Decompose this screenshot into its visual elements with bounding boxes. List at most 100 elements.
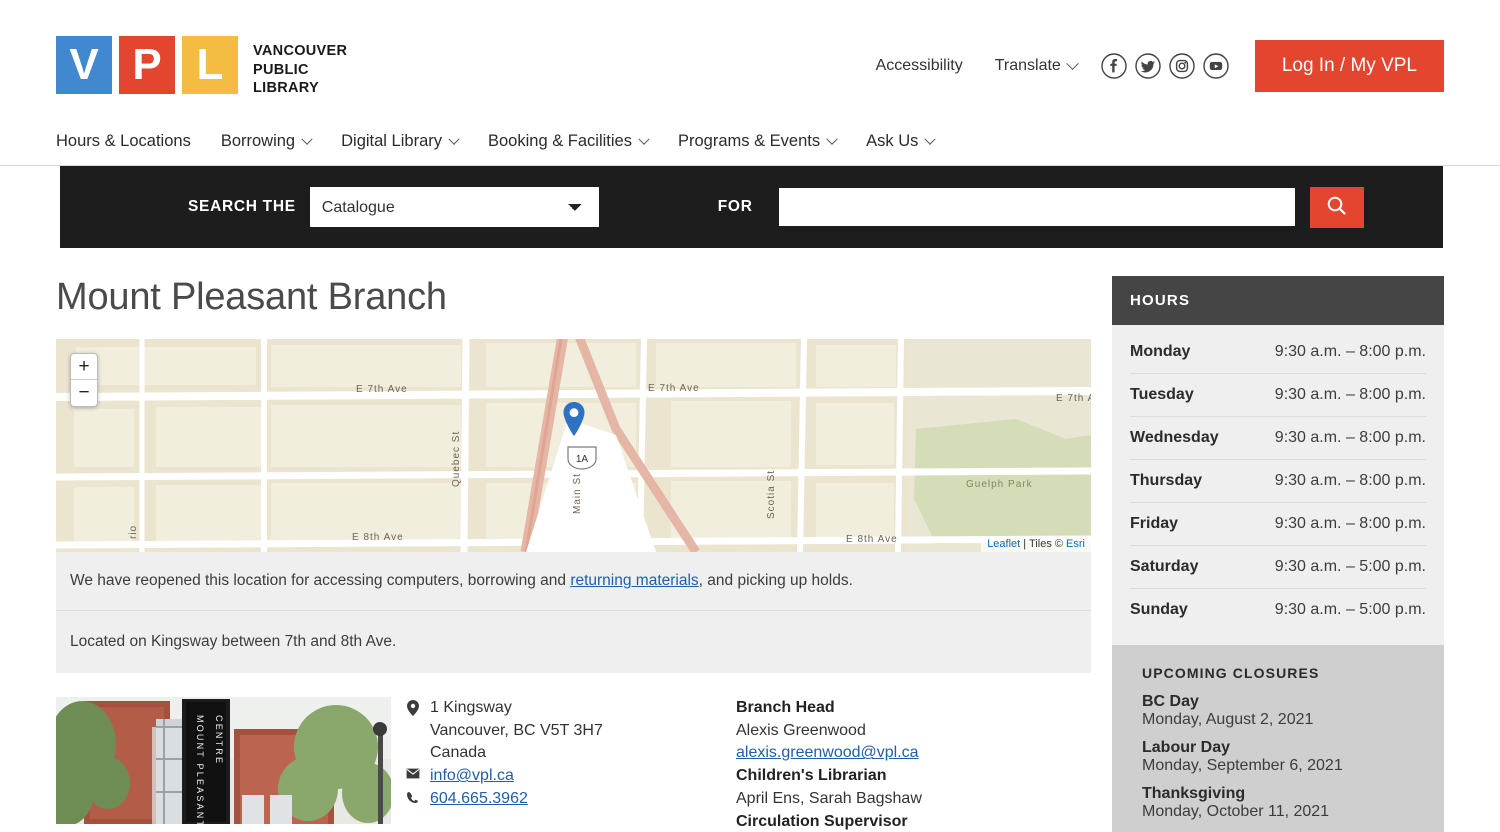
branch-photo-image: MOUNT PLEASANT CENTRE	[56, 697, 391, 824]
map-zoom-in-button[interactable]: +	[71, 354, 97, 380]
staff-names-1: April Ens, Sarah Bagshaw	[736, 789, 922, 807]
branch-photo: MOUNT PLEASANT CENTRE	[56, 697, 391, 824]
nav-item-booking-facilities[interactable]: Booking & Facilities	[488, 132, 650, 151]
search-the-label: SEARCH THE	[188, 198, 296, 215]
branch-email-link[interactable]: info@vpl.ca	[430, 765, 514, 788]
esri-link[interactable]: Esri	[1066, 538, 1085, 550]
search-submit-button[interactable]	[1309, 186, 1364, 228]
hours-row: Monday 9:30 a.m. – 8:00 p.m.	[1130, 331, 1426, 374]
page-title: Mount Pleasant Branch	[56, 276, 447, 318]
vpl-branch-page: V P L VANCOUVER PUBLIC LIBRARY Accessibi…	[0, 0, 1500, 832]
svg-text:Scotia St: Scotia St	[766, 470, 777, 519]
chevron-down-icon	[638, 133, 650, 145]
logo-square-v: V	[56, 36, 112, 94]
svg-text:E 7th Av: E 7th Av	[1056, 393, 1091, 404]
nav-item-ask-us[interactable]: Ask Us	[866, 132, 937, 151]
login-button[interactable]: Log In / My VPL	[1254, 40, 1444, 92]
staff-role-label: Children's Librarian	[736, 767, 887, 785]
nav-item-digital-library[interactable]: Digital Library	[341, 132, 460, 151]
closure-item: BC Day Monday, August 2, 2021	[1142, 693, 1414, 729]
main-content: Mount Pleasant Branch E 7th Ave E 7th Av…	[56, 248, 1091, 832]
header-utility-bar: Accessibility Translate Log In / My VPL	[876, 40, 1444, 92]
logo-wordmark-line3: LIBRARY	[253, 80, 320, 97]
closure-item: Labour Day Monday, September 6, 2021	[1142, 739, 1414, 775]
address-street-line: 1 Kingsway	[405, 697, 736, 720]
hours-list: Monday 9:30 a.m. – 8:00 p.m. Tuesday 9:3…	[1112, 325, 1444, 645]
nav-label: Ask Us	[866, 132, 919, 150]
svg-text:Guelph Park: Guelph Park	[966, 479, 1033, 490]
hours-day: Monday	[1130, 343, 1191, 360]
branch-phone-link[interactable]: 604.665.3962	[430, 788, 528, 811]
upcoming-closures: UPCOMING CLOSURES BC Day Monday, August …	[1112, 645, 1444, 832]
nav-item-programs-events[interactable]: Programs & Events	[678, 132, 838, 151]
closure-date: Monday, September 6, 2021	[1142, 757, 1343, 774]
address-country: Canada	[430, 744, 487, 762]
twitter-icon[interactable]	[1135, 53, 1161, 79]
hours-time: 9:30 a.m. – 8:00 p.m.	[1274, 343, 1426, 360]
search-input[interactable]	[778, 188, 1295, 226]
closure-date: Monday, October 11, 2021	[1142, 803, 1330, 820]
instagram-icon[interactable]	[1169, 53, 1195, 79]
covid-notice-post: , and picking up holds.	[698, 572, 853, 589]
address-street: 1 Kingsway	[430, 699, 512, 716]
returning-materials-link[interactable]: returning materials	[570, 572, 698, 589]
leaflet-link[interactable]: Leaflet	[987, 538, 1020, 550]
branch-info-row: MOUNT PLEASANT CENTRE 1 Kingsway Vancouv…	[56, 697, 1091, 832]
address-city-line: Vancouver, BC V5T 3H7	[405, 720, 736, 743]
hours-time: 9:30 a.m. – 8:00 p.m.	[1274, 515, 1426, 532]
translate-label: Translate	[994, 57, 1061, 74]
map-zoom-controls[interactable]: + −	[70, 353, 98, 407]
social-links	[1101, 53, 1229, 79]
closures-heading: UPCOMING CLOSURES	[1142, 665, 1320, 681]
svg-text:rio: rio	[128, 525, 139, 539]
staff-role-0: Branch Head	[736, 697, 922, 720]
accessibility-link[interactable]: Accessibility	[876, 57, 963, 75]
search-scope-select[interactable]: Catalogue	[309, 187, 599, 227]
address-phone-line: 604.665.3962	[405, 788, 736, 811]
chevron-down-icon	[301, 133, 313, 145]
hours-row: Sunday 9:30 a.m. – 5:00 p.m.	[1130, 589, 1426, 631]
hours-day: Thursday	[1130, 472, 1203, 489]
staff-email-link-0[interactable]: alexis.greenwood@vpl.ca	[736, 744, 919, 761]
hours-day: Sunday	[1130, 601, 1188, 618]
map-marker-pin[interactable]	[561, 401, 587, 437]
logo-square-p: P	[119, 36, 175, 94]
nav-item-hours-locations[interactable]: Hours & Locations	[56, 132, 191, 151]
closure-date: Monday, August 2, 2021	[1142, 711, 1314, 728]
logo-wordmark: VANCOUVER PUBLIC LIBRARY	[253, 42, 347, 98]
svg-text:E 7th Ave: E 7th Ave	[648, 383, 700, 394]
highway-shield: 1A	[567, 446, 597, 470]
vpl-logo[interactable]: V P L VANCOUVER PUBLIC LIBRARY	[56, 36, 347, 98]
map-zoom-out-button[interactable]: −	[71, 380, 97, 406]
nav-label: Hours & Locations	[56, 132, 191, 150]
catalogue-search-bar: SEARCH THE Catalogue FOR	[60, 166, 1443, 248]
covid-notice-pre: We have reopened this location for acces…	[70, 572, 571, 589]
translate-dropdown[interactable]: Translate	[994, 56, 1079, 75]
logo-square-l: L	[182, 36, 238, 94]
hours-row: Tuesday 9:30 a.m. – 8:00 p.m.	[1130, 374, 1426, 417]
hours-row: Friday 9:30 a.m. – 8:00 p.m.	[1130, 503, 1426, 546]
address-email-line: info@vpl.ca	[405, 765, 736, 788]
hours-day: Friday	[1130, 515, 1179, 532]
staff-role-2: Circulation Supervisor	[736, 811, 922, 832]
address-country-line: Canada	[405, 742, 736, 765]
location-note: Located on Kingsway between 7th and 8th …	[56, 611, 1091, 673]
nav-label: Booking & Facilities	[488, 132, 632, 150]
logo-wordmark-line2: PUBLIC	[253, 61, 309, 78]
staff-role-label: Branch Head	[736, 699, 835, 716]
facebook-icon[interactable]	[1101, 53, 1127, 79]
svg-text:MOUNT PLEASANT: MOUNT PLEASANT	[195, 715, 205, 824]
youtube-icon[interactable]	[1203, 53, 1229, 79]
hours-time: 9:30 a.m. – 8:00 p.m.	[1274, 472, 1426, 489]
hours-sidebar: HOURS Monday 9:30 a.m. – 8:00 p.m. Tuesd…	[1112, 276, 1444, 832]
chevron-down-icon	[1065, 56, 1079, 70]
branch-address: 1 Kingsway Vancouver, BC V5T 3H7 Canada	[391, 697, 736, 832]
nav-label: Digital Library	[341, 132, 442, 150]
logo-wordmark-line1: VANCOUVER	[253, 43, 348, 59]
staff-role-1: Children's Librarian	[736, 765, 922, 788]
svg-text:CENTRE: CENTRE	[214, 715, 224, 765]
nav-item-borrowing[interactable]: Borrowing	[221, 132, 313, 151]
location-map[interactable]: E 7th Ave E 7th Ave E 7th Av E 8th Ave E…	[56, 339, 1091, 552]
hours-time: 9:30 a.m. – 5:00 p.m.	[1274, 558, 1426, 575]
